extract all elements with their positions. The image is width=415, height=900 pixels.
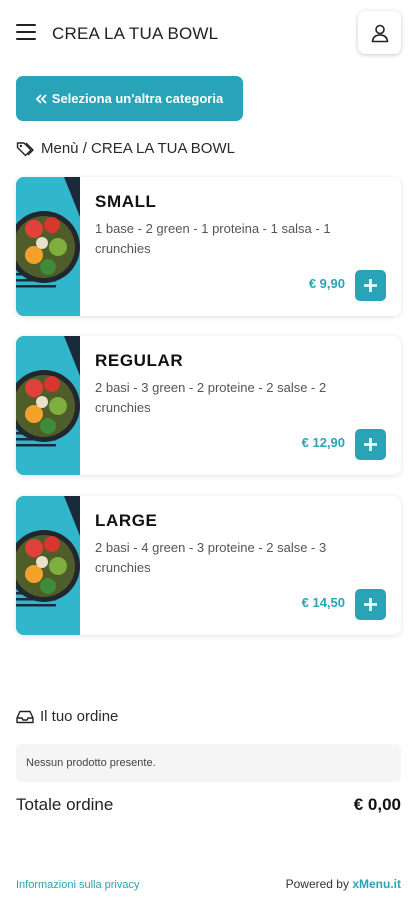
powered-by-text: Powered by [285, 877, 349, 891]
product-card-regular[interactable]: REGULAR 2 basi - 3 green - 2 proteine - … [16, 336, 401, 475]
powered-by: Powered by xMenu.it [286, 877, 401, 891]
order-total-value: € 0,00 [353, 795, 401, 814]
product-card-small[interactable]: SMALL 1 base - 2 green - 1 proteina - 1 … [16, 177, 401, 316]
order-empty-message: Nessun prodotto presente. [16, 744, 401, 782]
product-image [16, 177, 80, 316]
order-title-text: Il tuo ordine [40, 708, 119, 725]
page-title: CREA LA TUA BOWL [52, 24, 219, 43]
product-card-large[interactable]: LARGE 2 basi - 4 green - 3 proteine - 2 … [16, 496, 401, 635]
select-other-category-button[interactable]: Seleziona un'altra categoria [16, 76, 243, 121]
product-price: € 12,90 [301, 435, 345, 450]
hamburger-icon[interactable] [16, 24, 36, 42]
add-to-order-button[interactable] [355, 429, 386, 460]
product-name: LARGE [95, 511, 158, 530]
add-to-order-button[interactable] [355, 589, 386, 620]
double-chevron-left-icon [35, 93, 47, 104]
product-description: 1 base - 2 green - 1 proteina - 1 salsa … [95, 221, 331, 256]
privacy-link[interactable]: Informazioni sulla privacy [16, 879, 140, 891]
brand-link[interactable]: xMenu.it [352, 877, 401, 891]
breadcrumb: Menù / CREA LA TUA BOWL [16, 140, 235, 157]
product-image [16, 496, 80, 635]
product-price: € 14,50 [301, 595, 345, 610]
user-account-button[interactable] [358, 11, 401, 54]
plus-icon [364, 279, 377, 292]
select-other-category-label: Seleziona un'altra categoria [51, 91, 224, 106]
product-image [16, 336, 80, 475]
product-description: 2 basi - 4 green - 3 proteine - 2 salse … [95, 540, 327, 575]
inbox-icon [16, 710, 34, 723]
plus-icon [364, 438, 377, 451]
product-price: € 9,90 [308, 276, 345, 291]
product-name: REGULAR [95, 351, 184, 370]
product-description: 2 basi - 3 green - 2 proteine - 2 salse … [95, 380, 327, 415]
product-name: SMALL [95, 192, 157, 211]
user-icon [371, 24, 388, 42]
plus-icon [364, 598, 377, 611]
order-total-label: Totale ordine [16, 795, 114, 814]
order-section-title: Il tuo ordine [16, 708, 118, 725]
breadcrumb-text: Menù / CREA LA TUA BOWL [41, 140, 235, 157]
add-to-order-button[interactable] [355, 270, 386, 301]
tag-icon [16, 141, 34, 156]
top-bar: CREA LA TUA BOWL [0, 0, 415, 66]
